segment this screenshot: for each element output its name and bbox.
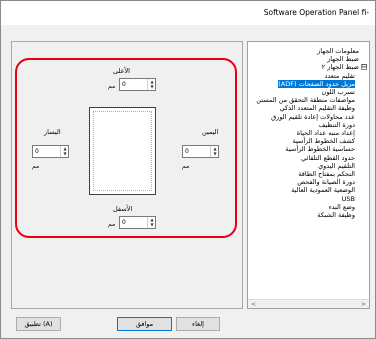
margin-guide (93, 111, 152, 191)
window-title: Software Operation Panel fi- (263, 8, 369, 17)
scroll-left-icon[interactable]: < (249, 301, 258, 308)
spin-down-icon[interactable]: ▼ (149, 84, 155, 89)
top-margin-label: الأعلى (113, 67, 130, 75)
bottom-margin-value: 0 (122, 219, 126, 226)
tree-item[interactable]: وظيفة الشبكة (317, 211, 355, 219)
bottom-margin-unit: مم (108, 221, 116, 228)
bottom-margin-spinbox[interactable]: 0 ▲ ▼ (119, 216, 156, 229)
tree-item[interactable]: التلقيم اليدوي (318, 162, 355, 170)
left-margin-value: 0 (35, 148, 39, 155)
top-margin-unit: مم (108, 83, 116, 90)
tree-item[interactable]: كشف الخطوط الرأسية (292, 137, 355, 145)
horizontal-scrollbar[interactable]: < > (248, 299, 369, 308)
tree-item[interactable]: التحكم بمفتاح الطاقة (298, 170, 355, 178)
bottom-margin-label: الأسفل (113, 205, 133, 213)
left-margin-label: اليسار (44, 128, 61, 136)
spin-down-icon[interactable]: ▼ (62, 151, 68, 156)
tree-item[interactable]: ضبط الجهاز (327, 55, 359, 63)
left-margin-unit: مم (32, 163, 40, 170)
tree-item[interactable]: الوضعية العمودية العالية (291, 186, 355, 194)
tree-item[interactable]: USB (342, 195, 355, 203)
title-bar: Software Operation Panel fi- (1, 1, 375, 25)
apply-button[interactable]: تطبيق (A) (16, 317, 61, 331)
right-margin-value: 0 (185, 148, 189, 155)
page-preview (89, 107, 156, 195)
cancel-button[interactable]: إلغاء (176, 317, 220, 331)
tree-item[interactable]: وضع البدء (329, 203, 355, 211)
spin-down-icon[interactable]: ▼ (212, 151, 218, 156)
tree-item[interactable]: عدد محاولات إعادة تلقيم الورق (271, 113, 355, 121)
left-margin-spinbox[interactable]: 0 ▲ ▼ (32, 145, 69, 158)
top-margin-value: 0 (122, 81, 126, 88)
collapse-icon[interactable]: ⊟ (361, 64, 367, 71)
tree-item[interactable]: تقليم متعدد (325, 72, 356, 80)
tree-item[interactable]: مواصفات منطقة التحقق من المستن (256, 96, 355, 104)
tree-item[interactable]: وظيفة التقليم المتعدد الذكي (280, 104, 355, 112)
tree-item[interactable]: حساسية الخطوط الرأسية (285, 145, 355, 153)
tree-item[interactable]: تسرب اللون (322, 88, 355, 96)
tree-item[interactable]: دورة التنظيف (319, 121, 355, 129)
spin-down-icon[interactable]: ▼ (149, 222, 155, 227)
right-margin-unit: مم (182, 163, 190, 170)
ok-button[interactable]: موافق (117, 317, 172, 331)
tree-item[interactable]: حدود القطع التلقائي (301, 154, 355, 162)
tree-item[interactable]: إعداد منبه عداد الحياة (297, 129, 355, 137)
tree-item[interactable]: ضبط الجهاز ٢ (322, 63, 359, 71)
settings-tree[interactable]: معلومات الجهاز ضبط الجهاز ضبط الجهاز ٢ ⊟ تقل… (247, 41, 370, 309)
top-margin-spinbox[interactable]: 0 ▲ ▼ (119, 78, 156, 91)
dialog-window: Software Operation Panel fi- الأعلى مم 0… (0, 0, 376, 339)
scroll-right-icon[interactable]: > (359, 301, 368, 308)
tree-item[interactable]: معلومات الجهاز (317, 47, 359, 55)
tree-item[interactable]: مزيل حدود الصفحات (ADF) (278, 79, 355, 88)
right-margin-spinbox[interactable]: 0 ▲ ▼ (182, 145, 219, 158)
tree-item[interactable]: دورة الصيانة والفحص (297, 178, 355, 186)
right-margin-label: اليمين (202, 128, 219, 136)
